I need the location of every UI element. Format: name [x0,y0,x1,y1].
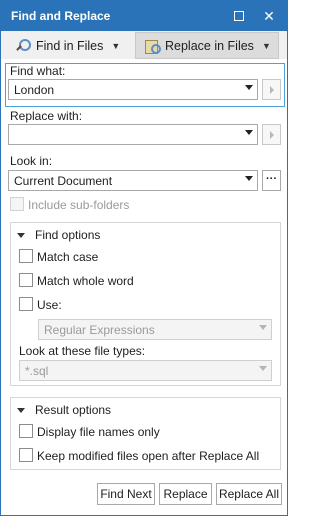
search-method-value: Regular Expressions [44,323,155,337]
result-options-header[interactable]: Result options [17,403,111,417]
look-in-label: Look in: [10,154,53,168]
window-title: Find and Replace [11,9,111,23]
file-types-combo[interactable]: *.sql [19,360,272,381]
keep-modified-files-open-checkbox[interactable] [19,448,33,462]
maximize-icon[interactable] [230,7,248,25]
match-whole-word-checkbox[interactable] [19,273,33,287]
match-case-checkbox[interactable] [19,249,33,263]
look-in-value: Current Document [14,174,113,188]
chevron-down-icon[interactable]: ▼ [262,41,271,51]
dropdown-arrow-icon[interactable] [245,130,253,135]
include-subfolders-label: Include sub-folders [28,198,130,212]
dropdown-arrow-icon[interactable] [245,176,253,181]
close-icon[interactable]: ✕ [260,7,278,25]
keep-modified-files-open-label: Keep modified files open after Replace A… [37,449,260,463]
use-label: Use: [37,298,62,312]
find-replace-window: Find and Replace ✕ Find in Files ▼ Repla… [0,0,288,516]
find-in-files-icon [15,38,31,54]
result-options-title: Result options [35,403,112,417]
replace-in-files-icon [144,38,161,54]
chevron-down-icon[interactable]: ▼ [111,41,120,51]
match-case-label: Match case [37,250,99,264]
tab-label: Replace in Files [165,38,254,53]
collapse-arrow-icon[interactable] [17,407,25,413]
dropdown-arrow-icon[interactable] [245,85,253,90]
find-what-value[interactable]: London [14,83,54,97]
find-what-expression-builder-button[interactable] [262,79,281,100]
arrow-right-icon [270,86,274,94]
replace-all-button[interactable]: Replace All [216,483,282,505]
replace-with-combo[interactable] [8,124,258,145]
find-next-button[interactable]: Find Next [97,483,155,505]
find-options-title: Find options [35,228,101,242]
tab-label: Find in Files [36,38,104,53]
browse-folders-button[interactable]: ··· [262,170,281,191]
display-file-names-only-checkbox[interactable] [19,424,33,438]
replace-with-label: Replace with: [10,109,83,123]
dropdown-arrow-icon[interactable] [259,366,267,371]
replace-with-expression-builder-button[interactable] [262,124,281,145]
dropdown-arrow-icon[interactable] [259,325,267,330]
file-types-label: Look at these file types: [19,344,146,358]
tab-find-in-files[interactable]: Find in Files ▼ [7,32,129,59]
look-in-combo[interactable]: Current Document [8,170,258,191]
arrow-right-icon [270,131,274,139]
mode-tabs: Find in Files ▼ Replace in Files ▼ [1,31,287,59]
search-method-combo[interactable]: Regular Expressions [38,319,272,340]
find-what-label: Find what: [10,64,66,78]
find-options-header[interactable]: Find options [17,228,100,242]
tab-replace-in-files[interactable]: Replace in Files ▼ [135,32,279,59]
display-file-names-only-label: Display file names only [37,425,160,439]
file-types-value: *.sql [25,364,49,378]
include-subfolders-checkbox[interactable] [10,197,24,211]
find-what-combo[interactable]: London [8,79,258,100]
collapse-arrow-icon[interactable] [17,232,25,238]
replace-button[interactable]: Replace [159,483,212,505]
use-checkbox[interactable] [19,297,33,311]
title-bar: Find and Replace ✕ [1,1,287,31]
match-whole-word-label: Match whole word [37,274,134,288]
